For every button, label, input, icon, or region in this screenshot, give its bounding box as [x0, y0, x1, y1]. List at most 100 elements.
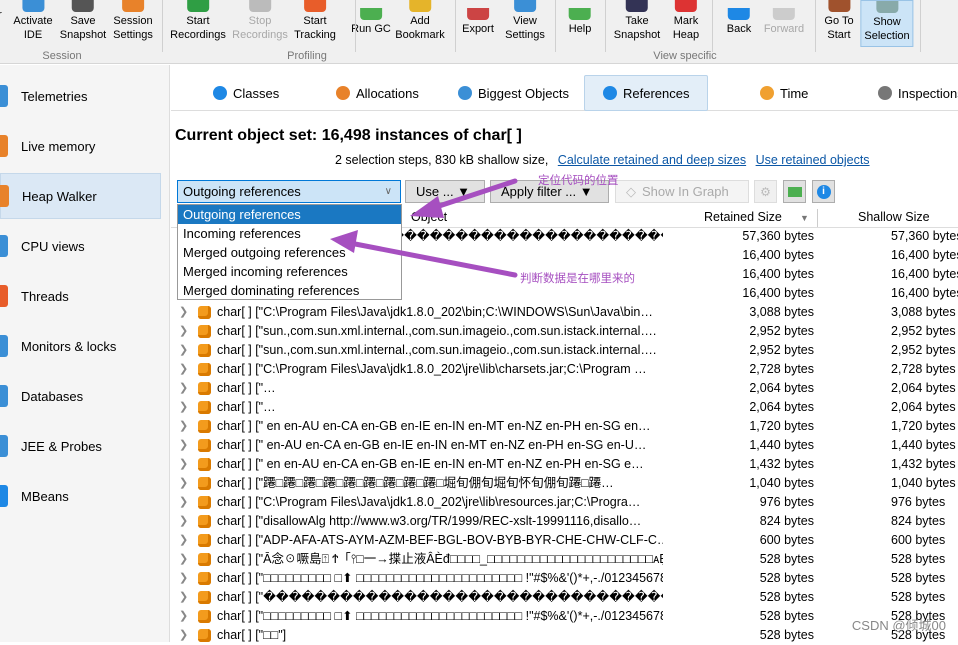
- sidebar-item-cpu-views[interactable]: CPU views: [0, 223, 161, 269]
- toolbar-button-take-snapshot[interactable]: Take Snapshot: [611, 0, 663, 46]
- toolbar-button-forward[interactable]: Forward: [761, 0, 807, 46]
- toolbar-button-start-tracking[interactable]: Start Tracking: [291, 0, 339, 46]
- table-row[interactable]: ❯ char[ ] ["disallowAlg http://www.w3.org…: [171, 512, 958, 531]
- expand-chevron-icon[interactable]: ❯: [179, 455, 188, 474]
- expand-chevron-icon[interactable]: ❯: [179, 379, 188, 398]
- toolbar-button-stop-recordings[interactable]: Stop Recordings: [229, 0, 291, 46]
- expand-chevron-icon[interactable]: ❯: [179, 569, 188, 588]
- sidebar-item-databases[interactable]: Databases: [0, 373, 161, 419]
- table-row[interactable]: ❯ char[ ] ["C:\Program Files\Java\jdk1.8.…: [171, 493, 958, 512]
- tab-references[interactable]: References: [584, 75, 709, 111]
- retained-size: 1,440 bytes: [749, 438, 814, 452]
- column-divider: [817, 209, 818, 227]
- toolbar-button-activate-ide[interactable]: Activate IDE: [10, 0, 55, 46]
- info-button[interactable]: i: [812, 180, 835, 203]
- table-row[interactable]: ❯ char[ ] [" en-AU en-CA en-GB en-IE en-I…: [171, 436, 958, 455]
- sidebar-item-label: Databases: [21, 388, 84, 404]
- sidebar-item-telemetries[interactable]: Telemetries: [0, 73, 161, 119]
- expand-chevron-icon[interactable]: ❯: [179, 607, 188, 626]
- toolbar-button-save-snapshot[interactable]: Save Snapshot: [57, 0, 109, 46]
- reference-type-dropdown[interactable]: Outgoing references ∨: [177, 180, 401, 203]
- expand-chevron-icon[interactable]: ❯: [179, 398, 188, 417]
- toolbar-button-label: Go To Start: [824, 15, 854, 41]
- use-button[interactable]: Use ... ▼: [405, 180, 485, 203]
- expand-chevron-icon[interactable]: ❯: [179, 512, 188, 531]
- retained-size: 1,432 bytes: [749, 457, 814, 471]
- table-row[interactable]: ❯ char[ ] ["sun.,com.sun.xml.internal.,co…: [171, 322, 958, 341]
- toolbar-button-help[interactable]: Help: [566, 0, 595, 46]
- table-row[interactable]: ❯ char[ ] ["□□"] 528 bytes 528 bytes: [171, 626, 958, 645]
- toolbar-button-label: Back: [726, 23, 752, 35]
- expand-chevron-icon[interactable]: ❯: [179, 417, 188, 436]
- toolbar-button-show-selection[interactable]: Show Selection: [860, 0, 914, 47]
- object-cube-icon: [198, 458, 211, 471]
- tab-allocations[interactable]: Allocations: [318, 75, 437, 111]
- menu-item-outgoing-references[interactable]: Outgoing references: [178, 205, 401, 224]
- sidebar-item-mbeans[interactable]: MBeans: [0, 473, 161, 519]
- table-row[interactable]: ❯ char[ ] ["ADP-AFA-ATS-AYM-AZM-BEF-BGL-B…: [171, 531, 958, 550]
- toolbar-button-add-bookmark[interactable]: Add Bookmark: [392, 0, 448, 46]
- expand-chevron-icon[interactable]: ❯: [179, 531, 188, 550]
- sidebar-item-live-memory[interactable]: Live memory: [0, 123, 161, 169]
- toolbar-button-r[interactable]: r: [0, 0, 5, 46]
- table-row[interactable]: ❯ char[ ] ["C:\Program Files\Java\jdk1.8.…: [171, 360, 958, 379]
- expand-chevron-icon[interactable]: ❯: [179, 550, 188, 569]
- table-row[interactable]: ❯ char[ ] ["□□□□□□□□□ □⬆ □□□□□□□□□□□□□□□□…: [171, 607, 958, 626]
- table-row[interactable]: ❯ char[ ] ["… 2,064 bytes 2,064 bytes: [171, 398, 958, 417]
- menu-item-incoming-references[interactable]: Incoming references: [178, 224, 401, 243]
- show-in-graph-button[interactable]: ◇ Show In Graph: [615, 180, 749, 203]
- expand-chevron-icon[interactable]: ❯: [179, 588, 188, 607]
- table-row[interactable]: ❯ char[ ] [" en en-AU en-CA en-GB en-IE e…: [171, 455, 958, 474]
- toolbar-button-mark-heap[interactable]: Mark Heap: [670, 0, 702, 46]
- menu-item-merged-outgoing-references[interactable]: Merged outgoing references: [178, 243, 401, 262]
- table-row[interactable]: ❯ char[ ] ["蹮□蹮□蹮□蹮□蹮□蹮□蹮□蹮□蹮□堀旬倗旬堀旬怀旬倗旬蹮…: [171, 474, 958, 493]
- tab-time[interactable]: Time: [742, 75, 826, 111]
- export-table-button[interactable]: [783, 180, 806, 203]
- sidebar-item-threads[interactable]: Threads: [0, 273, 161, 319]
- sidebar-item-jee-probes[interactable]: JEE & Probes: [0, 423, 161, 469]
- table-row[interactable]: ❯ char[ ] ["C:\Program Files\Java\jdk1.8.…: [171, 303, 958, 322]
- toolbar-separator: [920, 0, 921, 52]
- object-cube-icon: [198, 591, 211, 604]
- expand-chevron-icon[interactable]: ❯: [179, 303, 188, 322]
- expand-chevron-icon[interactable]: ❯: [179, 360, 188, 379]
- start-tracking-icon: [304, 0, 326, 12]
- calculate-retained-link[interactable]: Calculate retained and deep sizes: [558, 153, 746, 167]
- tab-biggest-objects[interactable]: Biggest Objects: [440, 75, 587, 111]
- menu-item-merged-dominating-references[interactable]: Merged dominating references: [178, 281, 401, 300]
- expand-chevron-icon[interactable]: ❯: [179, 341, 188, 360]
- expand-chevron-icon[interactable]: ❯: [179, 626, 188, 645]
- table-row[interactable]: ❯ char[ ] ["Ā念☉噘島⍐ Ϯ「⫯□一→揲止液ÂÈđ□□□□_□□□□□…: [171, 550, 958, 569]
- toolbar-button-label: View Settings: [505, 15, 545, 41]
- toolbar-button-session-settings[interactable]: Session Settings: [110, 0, 156, 46]
- tab-classes[interactable]: Classes: [195, 75, 297, 111]
- table-row[interactable]: ❯ char[ ] ["sun.,com.sun.xml.internal.,co…: [171, 341, 958, 360]
- sidebar-item-heap-walker[interactable]: Heap Walker: [0, 173, 161, 219]
- expand-chevron-icon[interactable]: ❯: [179, 436, 188, 455]
- sidebar-item-monitors-locks[interactable]: Monitors & locks: [0, 323, 161, 369]
- graph-icon: ◇: [626, 183, 636, 199]
- toolbar-button-view-settings[interactable]: View Settings: [502, 0, 548, 46]
- toolbar-button-go-to-start[interactable]: Go To Start: [821, 0, 856, 46]
- toolbar-button-export[interactable]: Export: [459, 0, 497, 46]
- toolbar-button-back[interactable]: Back: [724, 0, 754, 46]
- column-retained-size[interactable]: Retained Size: [704, 210, 782, 224]
- expand-chevron-icon[interactable]: ❯: [179, 493, 188, 512]
- table-row[interactable]: ❯ char[ ] ["□□□□□□□□□ □⬆ □□□□□□□□□□□□□□□□…: [171, 569, 958, 588]
- column-shallow-size[interactable]: Shallow Size: [858, 210, 930, 224]
- expand-chevron-icon[interactable]: ❯: [179, 474, 188, 493]
- annotation-data-origin: 判断数据是在哪里来的: [520, 273, 635, 285]
- shallow-size: 528 bytes: [891, 571, 946, 585]
- toolbar-button-start-recordings[interactable]: Start Recordings: [167, 0, 229, 46]
- settings-gear-button[interactable]: ⚙: [754, 180, 777, 203]
- use-retained-objects-link[interactable]: Use retained objects: [756, 153, 870, 167]
- table-row[interactable]: ❯ char[ ] ["�����������������������������…: [171, 588, 958, 607]
- expand-chevron-icon[interactable]: ❯: [179, 322, 188, 341]
- tab-inspections[interactable]: Inspections: [860, 75, 958, 111]
- table-row[interactable]: ❯ char[ ] [" en en-AU en-CA en-GB en-IE e…: [171, 417, 958, 436]
- object-value: char[ ] ["…: [217, 381, 276, 395]
- table-row[interactable]: ❯ char[ ] ["… 2,064 bytes 2,064 bytes: [171, 379, 958, 398]
- object-cube-icon: [198, 477, 211, 490]
- column-object[interactable]: Object: [411, 210, 447, 224]
- menu-item-merged-incoming-references[interactable]: Merged incoming references: [178, 262, 401, 281]
